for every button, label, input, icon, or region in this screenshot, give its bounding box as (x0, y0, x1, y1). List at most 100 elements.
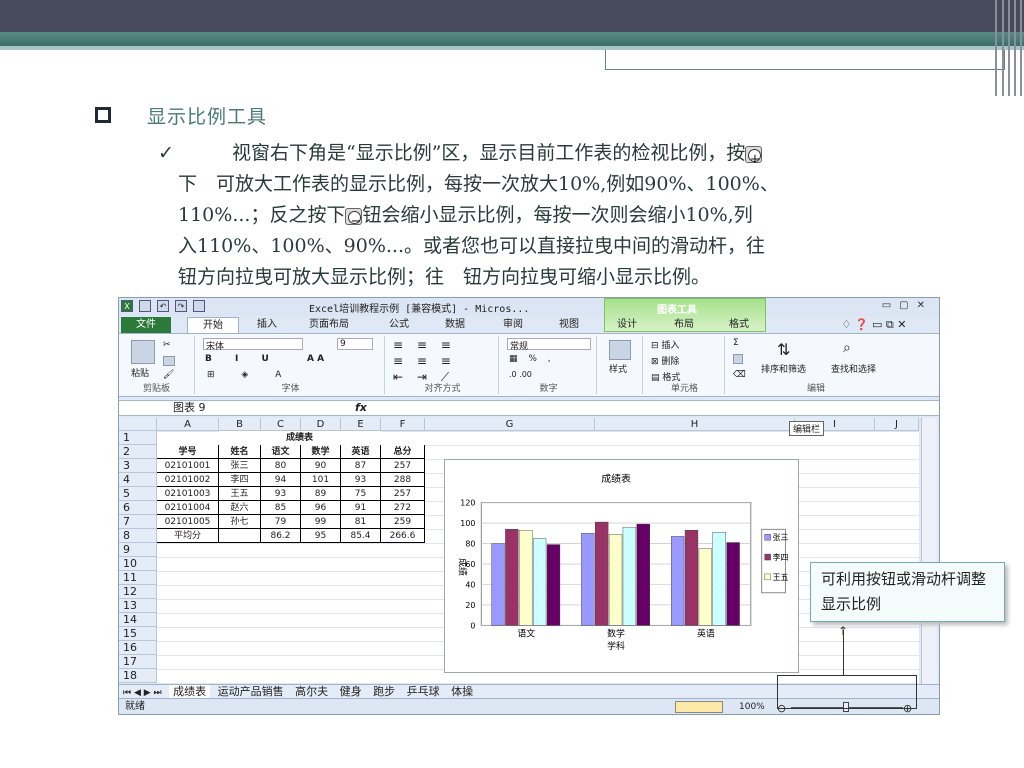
column-header-h[interactable]: H (595, 418, 795, 431)
styles-label[interactable]: 样式 (609, 362, 627, 375)
table-cell[interactable]: 91 (341, 501, 381, 515)
table-title[interactable]: 成绩表 (219, 431, 381, 445)
number-format-select[interactable]: 常规 (507, 338, 591, 352)
name-box[interactable]: 图表 9 (119, 401, 279, 415)
save-icon[interactable] (139, 300, 151, 312)
select-all-corner[interactable] (119, 418, 157, 431)
row-header[interactable]: 10 (119, 557, 157, 571)
column-header-c[interactable]: C (261, 418, 301, 431)
table-cell[interactable]: 96 (301, 501, 341, 515)
table-cell[interactable]: 学号 (157, 445, 219, 459)
zoom-level[interactable]: 100% (739, 699, 765, 714)
table-cell[interactable]: 85 (261, 501, 301, 515)
column-header-a[interactable]: A (157, 418, 219, 431)
table-cell[interactable]: 257 (381, 487, 425, 501)
table-cell[interactable]: 86.2 (261, 529, 301, 543)
font-grow-icon[interactable]: A A (307, 354, 324, 364)
sheet-tab[interactable]: 跑步 (369, 685, 399, 698)
table-cell[interactable]: 79 (261, 515, 301, 529)
table-cell[interactable]: 288 (381, 473, 425, 487)
row-header[interactable]: 7 (119, 515, 157, 529)
row-header[interactable]: 13 (119, 599, 157, 613)
table-cell[interactable]: 英语 (341, 445, 381, 459)
sheet-nav-icons[interactable]: ⏮ ◀ ▶ ⏭ (119, 688, 166, 698)
table-cell[interactable]: 姓名 (219, 445, 261, 459)
row-header[interactable]: 2 (119, 445, 157, 459)
table-cell[interactable]: 257 (381, 459, 425, 473)
sheet-tab[interactable]: 健身 (336, 685, 366, 698)
paste-icon[interactable] (131, 340, 155, 364)
decimal-icons[interactable]: .0 .00 (509, 370, 532, 379)
table-cell[interactable]: 85.4 (341, 529, 381, 543)
row-header[interactable]: 15 (119, 627, 157, 641)
row-header[interactable]: 8 (119, 529, 157, 543)
borders-fill-color-icons[interactable]: ⊞ ◈ A (207, 370, 293, 380)
align-top-icons[interactable]: ≡ ≡ ≡ (393, 338, 456, 352)
table-cell[interactable]: 266.6 (381, 529, 425, 543)
table-cell[interactable]: 张三 (219, 459, 261, 473)
table-cell[interactable]: 赵六 (219, 501, 261, 515)
tab-formulas[interactable]: 公式 (379, 317, 419, 333)
row-header[interactable]: 18 (119, 669, 157, 683)
fill-icon[interactable] (733, 354, 743, 364)
sheet-tab[interactable]: 体操 (447, 685, 477, 698)
row-header[interactable]: 5 (119, 487, 157, 501)
table-cell[interactable]: 80 (261, 459, 301, 473)
table-cell[interactable]: 02101004 (157, 501, 219, 515)
tab-view[interactable]: 视图 (549, 317, 589, 333)
redo-icon[interactable]: ↷ (175, 300, 187, 312)
score-bar-chart[interactable]: 020406080100120语文 数学 英语成绩表学科成绩张三李四王五 (444, 459, 799, 673)
table-cell[interactable]: 81 (341, 515, 381, 529)
sheet-tab[interactable]: 运动产品销售 (214, 685, 288, 698)
tab-data[interactable]: 数据 (435, 317, 475, 333)
table-cell[interactable]: 94 (261, 473, 301, 487)
tab-page-layout[interactable]: 页面布局 (299, 317, 359, 333)
format-painter-icon[interactable]: 🖌 (163, 370, 174, 380)
sheet-tab-active[interactable]: 成绩表 (169, 685, 211, 698)
new-file-icon[interactable] (193, 300, 205, 312)
table-cell[interactable]: 孙七 (219, 515, 261, 529)
row-header[interactable]: 14 (119, 613, 157, 627)
table-cell[interactable]: 259 (381, 515, 425, 529)
find-binoculars-icon[interactable]: ⌕ (843, 340, 851, 356)
align-center-icons[interactable]: ≡ ≡ ≡ (393, 354, 456, 368)
font-name-select[interactable]: 宋体 (203, 338, 303, 352)
table-cell[interactable]: 李四 (219, 473, 261, 487)
tab-design[interactable]: 设计 (607, 317, 647, 333)
insert-cells-button[interactable]: ⊟ 插入 (651, 338, 679, 351)
sort-filter-label[interactable]: 排序和筛选 (761, 362, 806, 375)
table-cell[interactable]: 平均分 (157, 529, 219, 543)
tab-review[interactable]: 审阅 (493, 317, 533, 333)
delete-cells-button[interactable]: ⊠ 删除 (651, 354, 679, 367)
table-cell[interactable]: 语文 (261, 445, 301, 459)
row-header[interactable]: 4 (119, 473, 157, 487)
help-controls[interactable]: ♢ ❓ ▭ ⧉ ✕ (819, 317, 929, 333)
sheet-tab[interactable]: 乒乓球 (403, 685, 444, 698)
table-cell[interactable]: 99 (301, 515, 341, 529)
table-cell[interactable]: 数学 (301, 445, 341, 459)
row-header[interactable]: 16 (119, 641, 157, 655)
sheet-tab[interactable]: 高尔夫 (291, 685, 332, 698)
row-header[interactable]: 9 (119, 543, 157, 557)
row-header[interactable]: 3 (119, 459, 157, 473)
table-cell[interactable]: 02101005 (157, 515, 219, 529)
row-header[interactable]: 12 (119, 585, 157, 599)
column-header-f[interactable]: F (381, 418, 425, 431)
row-header[interactable]: 1 (119, 431, 157, 445)
tab-insert[interactable]: 插入 (247, 317, 287, 333)
sort-filter-icon[interactable]: ⇅ (777, 340, 790, 359)
table-cell[interactable]: 90 (301, 459, 341, 473)
fx-icon[interactable]: fx (355, 401, 367, 414)
view-mode-buttons[interactable] (675, 701, 723, 713)
table-cell[interactable]: 272 (381, 501, 425, 515)
tab-home[interactable]: 开始 (187, 317, 239, 333)
tab-layout[interactable]: 布局 (664, 317, 704, 333)
row-header[interactable]: 17 (119, 655, 157, 669)
table-cell[interactable]: 89 (301, 487, 341, 501)
font-size-select[interactable]: 9 (337, 338, 373, 350)
column-header-d[interactable]: D (301, 418, 341, 431)
tab-file[interactable]: 文件 (121, 317, 171, 333)
cut-icon[interactable]: ✂ (163, 340, 171, 350)
tab-format[interactable]: 格式 (719, 317, 759, 333)
row-header[interactable]: 11 (119, 571, 157, 585)
